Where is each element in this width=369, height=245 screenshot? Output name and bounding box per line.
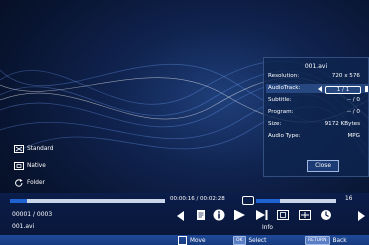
aspect-native-icon <box>14 162 24 170</box>
volume-value: 16 <box>345 196 353 202</box>
info-label: Program: <box>268 109 294 115</box>
info-label: AudioTrack: <box>268 85 301 91</box>
playlist-icon[interactable] <box>195 209 207 221</box>
info-label: Size: <box>268 121 282 127</box>
hint-move: Move <box>178 236 206 245</box>
info-value: MPG <box>347 133 360 139</box>
info-icon[interactable] <box>213 209 225 221</box>
ok-key: OK <box>233 236 246 245</box>
info-row-program: Program: -- / 0 <box>268 109 368 118</box>
info-label: Subtitle: <box>268 97 292 103</box>
playback-progress-fill <box>10 199 27 203</box>
volume-fill <box>256 199 280 203</box>
close-button[interactable]: Close <box>307 160 339 172</box>
info-row-audiotrack[interactable]: AudioTrack: 1 / 1 <box>268 85 368 94</box>
next-arrow-icon[interactable] <box>358 211 365 221</box>
info-row-resolution: Resolution: 720 x 576 <box>268 73 368 82</box>
play-icon[interactable] <box>234 209 246 221</box>
audio-icon[interactable] <box>299 209 311 221</box>
aspect-icon[interactable] <box>277 209 289 221</box>
hint-label: Back <box>332 238 347 244</box>
prev-arrow-icon[interactable] <box>177 211 184 221</box>
hint-label: Move <box>190 238 206 244</box>
audiotrack-left-arrow-icon[interactable] <box>318 86 322 92</box>
volume-icon <box>242 196 254 205</box>
focused-control-label: Info <box>262 225 273 231</box>
option-label: Native <box>27 163 46 169</box>
playback-progress-bar[interactable] <box>10 199 165 203</box>
aspect-standard-option[interactable]: Standard <box>14 144 53 154</box>
aspect-standard-icon <box>14 145 24 153</box>
volume-bar[interactable] <box>256 199 336 203</box>
info-row-subtitle: Subtitle: -- / 0 <box>268 97 368 106</box>
info-label: Audio Type: <box>268 133 301 139</box>
info-file-name: 001.avi <box>304 63 328 70</box>
audiotrack-selector[interactable]: 1 / 1 <box>325 86 361 94</box>
current-file-name: 001.avi <box>12 223 35 230</box>
time-display: 00:00:16 / 00:02:28 <box>170 196 225 202</box>
info-value: 720 x 576 <box>331 73 360 79</box>
next-icon[interactable] <box>256 209 268 221</box>
repeat-folder-option[interactable]: Folder <box>14 178 45 188</box>
file-info-panel: 001.avi Resolution: 720 x 576 AudioTrack… <box>263 57 369 177</box>
settings-icon[interactable] <box>320 209 332 221</box>
file-index: 00001 / 0003 <box>12 211 53 218</box>
info-label: Resolution: <box>268 73 300 79</box>
return-key: RETURN <box>305 236 330 245</box>
info-value: -- / 0 <box>346 109 360 115</box>
option-label: Folder <box>27 180 45 186</box>
hint-back: RETURN Back <box>305 236 347 245</box>
info-value: 9172 KBytes <box>324 121 360 127</box>
aspect-native-option[interactable]: Native <box>14 161 46 171</box>
hint-select: OK Select <box>233 236 266 245</box>
repeat-folder-icon <box>15 179 23 187</box>
info-value: -- / 0 <box>346 97 360 103</box>
info-row-size: Size: 9172 KBytes <box>268 121 368 130</box>
option-label: Standard <box>27 146 54 152</box>
move-key-icon <box>178 236 187 245</box>
info-row-audio-type: Audio Type: MPG <box>268 133 368 142</box>
audiotrack-right-arrow-icon[interactable] <box>365 86 368 92</box>
hint-label: Select <box>248 238 267 244</box>
